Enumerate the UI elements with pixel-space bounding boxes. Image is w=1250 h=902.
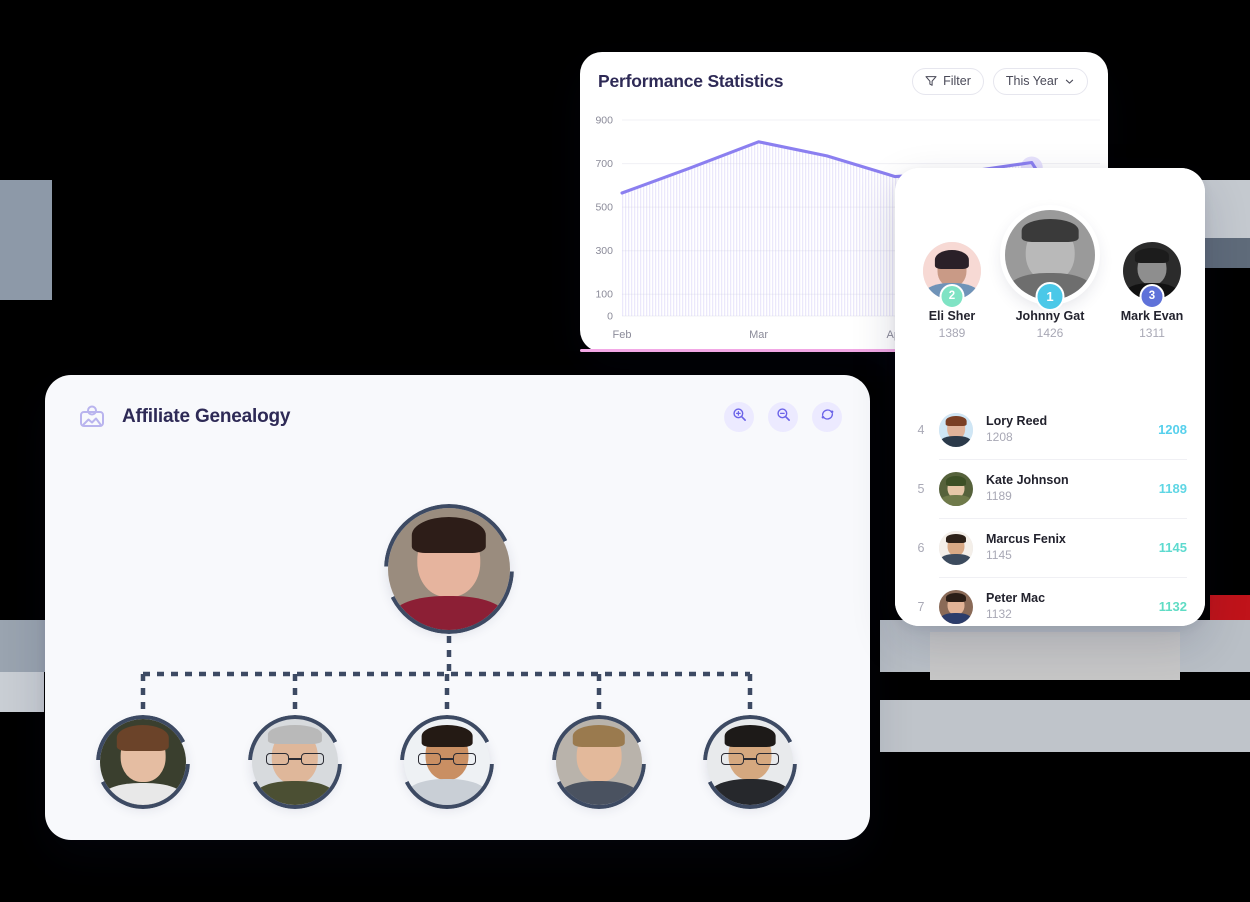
row-rank: 4 xyxy=(917,422,925,437)
svg-text:900: 900 xyxy=(595,115,613,127)
screenshot-root: Performance Statistics Filter This Year xyxy=(0,0,1250,902)
chart-y-axis-labels: 0 100 300 500 700 900 xyxy=(595,115,613,323)
zoom-out-button[interactable] xyxy=(768,402,798,432)
row-avatar xyxy=(939,530,973,565)
row-name: Marcus Fenix xyxy=(986,531,1066,546)
genealogy-actions xyxy=(724,402,842,432)
zoom-in-icon xyxy=(732,407,747,427)
filter-button[interactable]: Filter xyxy=(912,67,984,95)
refresh-icon xyxy=(820,407,835,427)
date-range-label: This Year xyxy=(1005,74,1058,88)
zoom-in-button[interactable] xyxy=(724,402,754,432)
node-ring xyxy=(248,715,342,809)
leaderboard-card: 2 Eli Sher 1389 1 Johnny Gat 1426 3 Mark… xyxy=(895,168,1205,626)
background-block xyxy=(0,672,44,712)
rank-badge: 2 xyxy=(939,283,965,309)
tree-child-node[interactable] xyxy=(400,715,494,809)
rank-badge: 1 xyxy=(1035,281,1065,311)
row-text: Lory Reed 1208 xyxy=(986,414,1158,445)
tree-child-node[interactable] xyxy=(552,715,646,809)
row-subscore: 1145 xyxy=(986,547,1012,562)
svg-text:Feb: Feb xyxy=(613,329,632,341)
tree-child-node[interactable] xyxy=(96,715,190,809)
row-avatar xyxy=(939,471,973,506)
row-text: Marcus Fenix 1145 xyxy=(986,532,1159,563)
background-block xyxy=(0,180,52,300)
background-block xyxy=(930,632,1180,680)
node-ring xyxy=(96,715,190,809)
svg-text:300: 300 xyxy=(595,245,613,257)
leaderboard-list: 4 Lory Reed 1208 1208 5 Kate Johnson 118… xyxy=(895,400,1205,626)
node-ring xyxy=(552,715,646,809)
rank-badge-number: 2 xyxy=(948,290,956,303)
leaderboard-row[interactable]: 5 Kate Johnson 1189 1189 xyxy=(895,459,1205,518)
podium-item[interactable]: 2 Eli Sher 1389 xyxy=(923,242,981,340)
svg-text:500: 500 xyxy=(595,202,613,214)
leaderboard-podium: 2 Eli Sher 1389 1 Johnny Gat 1426 3 Mark… xyxy=(895,168,1205,400)
leaderboard-row[interactable]: 7 Peter Mac 1132 1132 xyxy=(895,577,1205,626)
podium-item[interactable]: 1 Johnny Gat 1426 xyxy=(1005,210,1095,340)
svg-text:Mar: Mar xyxy=(749,329,768,341)
podium-score: 1311 xyxy=(1139,326,1165,340)
performance-card-header: Performance Statistics Filter This Year xyxy=(580,52,1108,110)
row-text: Kate Johnson 1189 xyxy=(986,473,1159,504)
rank-badge: 3 xyxy=(1139,283,1165,309)
genealogy-title: Affiliate Genealogy xyxy=(122,406,291,427)
genealogy-header: Affiliate Genealogy xyxy=(45,375,870,459)
svg-text:700: 700 xyxy=(595,158,613,170)
podium-avatar: 2 xyxy=(923,242,981,309)
row-score: 1189 xyxy=(1158,481,1187,496)
rank-badge-number: 3 xyxy=(1148,290,1156,303)
page-title: Performance Statistics xyxy=(598,70,784,91)
rank-badge-number: 1 xyxy=(1046,288,1054,304)
row-subscore: 1132 xyxy=(986,606,1012,621)
refresh-button[interactable] xyxy=(812,402,842,432)
row-avatar xyxy=(939,412,973,447)
row-name: Lory Reed xyxy=(986,413,1048,428)
row-name: Peter Mac xyxy=(986,590,1046,605)
filter-icon xyxy=(925,75,937,87)
tree-root-node[interactable] xyxy=(384,504,514,634)
row-avatar xyxy=(939,589,973,624)
chevron-down-icon xyxy=(1064,76,1075,87)
podium-item[interactable]: 3 Mark Evan 1311 xyxy=(1121,242,1183,340)
affiliate-genealogy-card: Affiliate Genealogy xyxy=(45,375,870,840)
row-rank: 6 xyxy=(917,540,925,555)
row-score: 1132 xyxy=(1158,599,1187,614)
performance-card-actions: Filter This Year xyxy=(912,67,1088,95)
date-range-select[interactable]: This Year xyxy=(992,67,1088,95)
podium-avatar: 3 xyxy=(1123,242,1181,309)
node-ring xyxy=(703,715,797,809)
row-rank: 5 xyxy=(917,481,925,496)
filter-label: Filter xyxy=(943,74,971,88)
tree-child-node[interactable] xyxy=(703,715,797,809)
row-rank: 7 xyxy=(917,599,925,614)
zoom-out-icon xyxy=(776,407,791,427)
row-score: 1145 xyxy=(1158,540,1187,555)
row-score: 1208 xyxy=(1158,422,1187,437)
node-ring xyxy=(384,504,514,634)
background-block xyxy=(880,700,1250,752)
affiliate-tree-icon xyxy=(77,402,107,432)
row-name: Kate Johnson xyxy=(986,472,1069,487)
svg-text:0: 0 xyxy=(607,311,613,323)
genealogy-tree xyxy=(45,459,870,840)
node-ring xyxy=(400,715,494,809)
podium-avatar: 1 xyxy=(1005,210,1095,311)
row-text: Peter Mac 1132 xyxy=(986,591,1159,622)
leaderboard-row[interactable]: 6 Marcus Fenix 1145 1145 xyxy=(895,518,1205,577)
row-subscore: 1189 xyxy=(986,488,1012,503)
leaderboard-row[interactable]: 4 Lory Reed 1208 1208 xyxy=(895,400,1205,459)
svg-text:100: 100 xyxy=(595,289,613,301)
tree-child-node[interactable] xyxy=(248,715,342,809)
row-subscore: 1208 xyxy=(986,429,1013,444)
podium-name: Mark Evan xyxy=(1120,309,1184,323)
